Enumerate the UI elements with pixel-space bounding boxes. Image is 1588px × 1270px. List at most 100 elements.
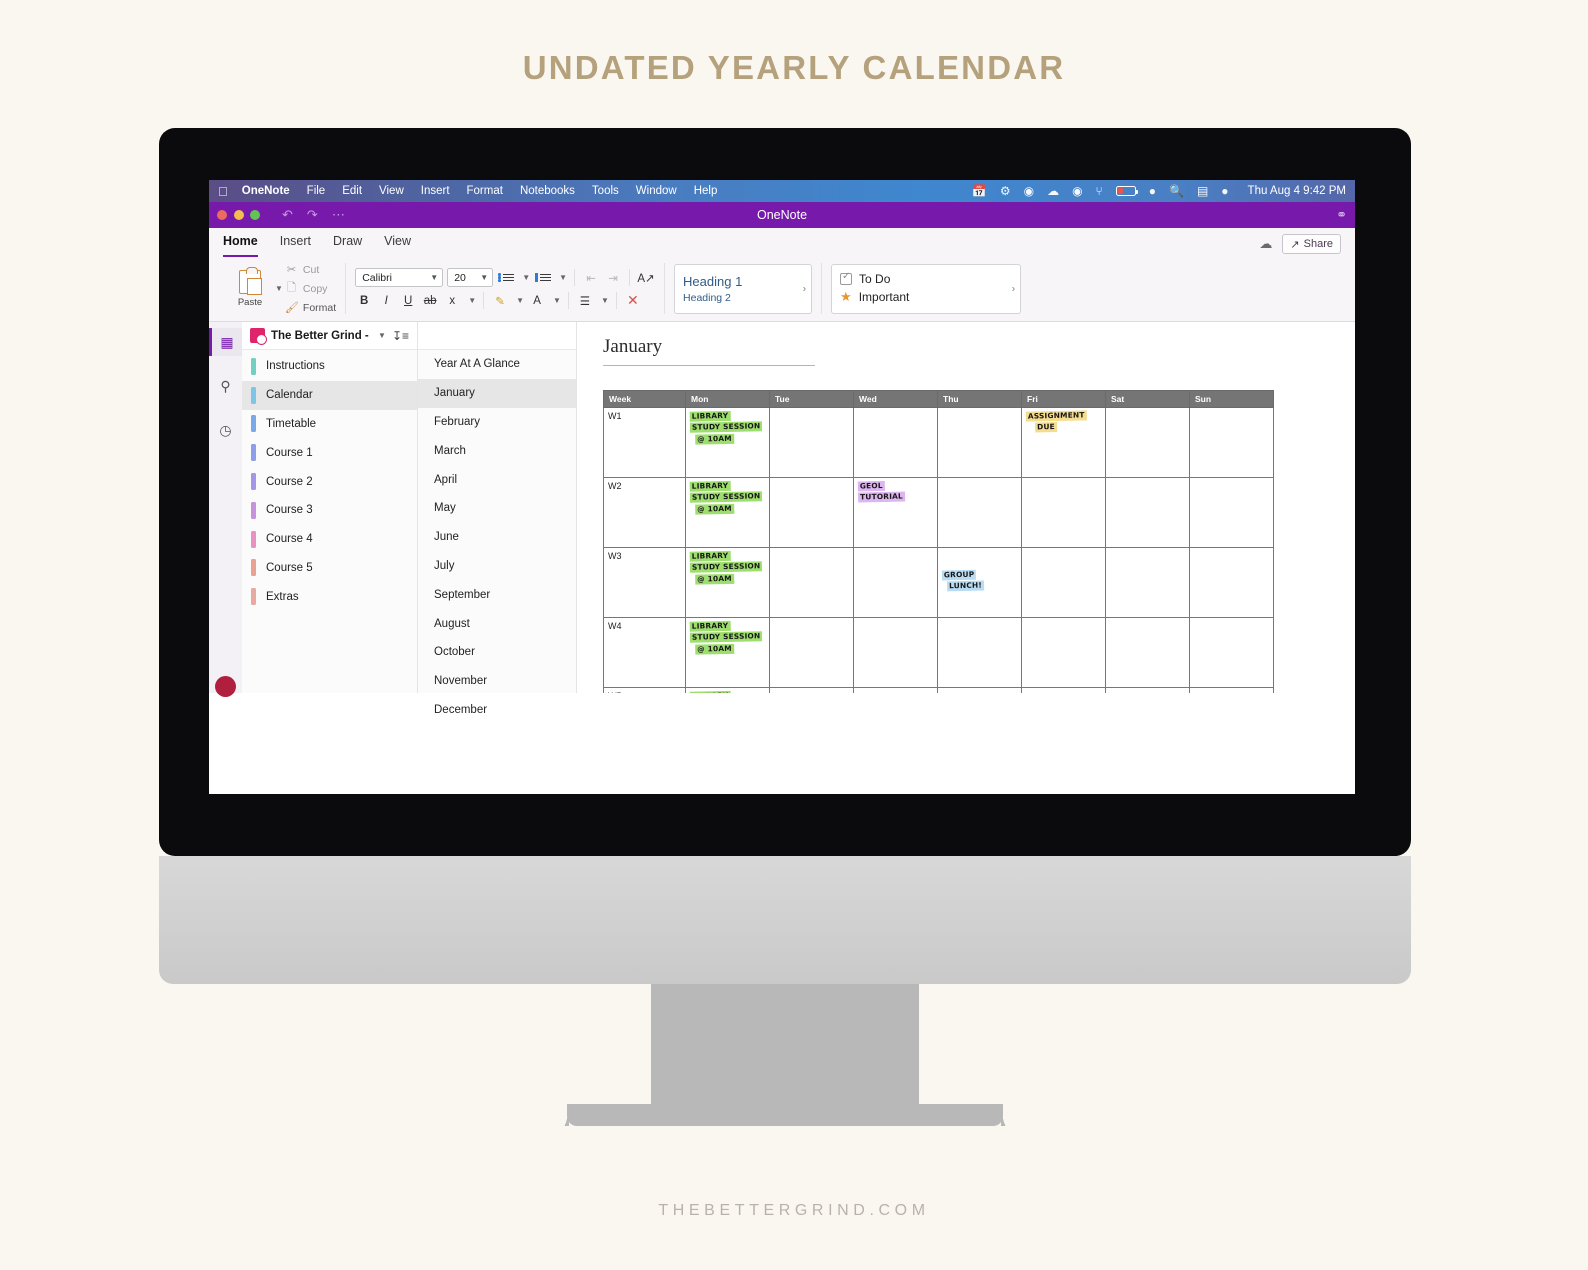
chevron-down-icon[interactable]: ▼ [378, 331, 386, 340]
wifi-icon[interactable]: ● [1149, 185, 1156, 197]
day-cell-tue[interactable] [769, 407, 854, 478]
bluetooth-icon[interactable]: ⑂ [1096, 185, 1103, 197]
page-item-may[interactable]: May [418, 494, 576, 523]
note-library-study-session[interactable]: LIBRARY STUDY SESSION @ 10AM [689, 620, 763, 656]
style-heading-1[interactable]: Heading 1 [683, 274, 742, 289]
paste-chevron-down-icon[interactable]: ▼ [275, 284, 283, 293]
menu-item-help[interactable]: Help [694, 185, 718, 197]
day-cell-mon[interactable]: LIBRARY STUDY SESSION @ 10AM [685, 407, 770, 478]
maximize-button[interactable] [250, 210, 260, 220]
day-cell-sun[interactable] [1189, 687, 1274, 693]
table-row[interactable]: W5 LIBRARY STUDY SESSION @ 10AM [603, 687, 1274, 693]
day-cell-sat[interactable] [1105, 547, 1190, 618]
format-painter-button[interactable]: 🖌 Format [285, 301, 336, 315]
decrease-indent-icon[interactable]: ⇤ [582, 269, 600, 286]
day-cell-mon[interactable]: LIBRARY STUDY SESSION @ 10AM [685, 687, 770, 693]
align-chevron-down-icon[interactable]: ▼ [601, 296, 609, 305]
cut-button[interactable]: ✂ Cut [285, 263, 336, 277]
note-library-study-session[interactable]: LIBRARY STUDY SESSION @ 10AM [689, 690, 763, 693]
sort-icon[interactable]: ↧≡ [392, 329, 409, 343]
menu-item-view[interactable]: View [379, 185, 404, 197]
bold-button[interactable]: B [355, 292, 373, 309]
day-cell-sun[interactable] [1189, 547, 1274, 618]
day-cell-wed[interactable] [853, 407, 938, 478]
font-color-icon[interactable]: A [528, 292, 546, 309]
menu-item-format[interactable]: Format [467, 185, 503, 197]
strikethrough-button[interactable]: ab [421, 292, 439, 309]
font-color-chevron-down-icon[interactable]: ▼ [553, 296, 561, 305]
page-item-october[interactable]: October [418, 638, 576, 667]
subscript-button[interactable]: x [443, 292, 461, 309]
day-cell-tue[interactable] [769, 617, 854, 688]
more-icon[interactable]: ⋯ [332, 207, 345, 223]
note-assignment-due[interactable]: ASSIGNMENT DUE [1025, 410, 1087, 434]
italic-button[interactable]: I [377, 292, 395, 309]
day-cell-tue[interactable] [769, 687, 854, 693]
day-cell-wed[interactable] [853, 547, 938, 618]
copy-button[interactable]: 🗋 Copy [285, 279, 336, 298]
tab-view[interactable]: View [384, 234, 411, 257]
page-item-november[interactable]: November [418, 667, 576, 696]
sidebar-item-course-4[interactable]: Course 4 [242, 525, 417, 554]
redo-icon[interactable]: ↷ [307, 207, 318, 223]
font-family-select[interactable]: Calibri ▼ [355, 268, 444, 287]
clear-formatting-icon[interactable]: ✕ [624, 292, 642, 309]
day-cell-fri[interactable]: ASSIGNMENT DUE [1021, 407, 1106, 478]
tab-draw[interactable]: Draw [333, 234, 362, 257]
chevron-right-icon[interactable]: › [1012, 283, 1015, 294]
day-cell-mon[interactable]: LIBRARY STUDY SESSION @ 10AM [685, 477, 770, 548]
subscript-chevron-down-icon[interactable]: ▼ [468, 296, 476, 305]
day-cell-mon[interactable]: LIBRARY STUDY SESSION @ 10AM [685, 617, 770, 688]
page-item-year-at-a-glance[interactable]: Year At A Glance [418, 350, 576, 379]
day-cell-sat[interactable] [1105, 687, 1190, 693]
day-cell-sat[interactable] [1105, 407, 1190, 478]
menu-item-file[interactable]: File [307, 185, 326, 197]
numbered-list-icon[interactable] [534, 269, 552, 286]
paste-button[interactable]: Paste [228, 266, 272, 308]
avatar[interactable] [215, 676, 236, 697]
sidebar-item-timetable[interactable]: Timetable [242, 410, 417, 439]
cloud-icon[interactable]: ☁ [1047, 185, 1059, 197]
page-item-september[interactable]: September [418, 580, 576, 609]
page-canvas[interactable]: January Week Mon Tue Wed Thu Fri Sat Sun… [577, 322, 1355, 693]
highlighter-icon[interactable]: ✎ [491, 292, 509, 309]
note-library-study-session[interactable]: LIBRARY STUDY SESSION @ 10AM [689, 480, 763, 516]
page-item-june[interactable]: June [418, 523, 576, 552]
note-library-study-session[interactable]: LIBRARY STUDY SESSION @ 10AM [689, 550, 763, 586]
table-row[interactable]: W3 LIBRARY STUDY SESSION @ 10AM GROUP LU… [603, 547, 1274, 618]
page-item-july[interactable]: July [418, 552, 576, 581]
day-cell-sat[interactable] [1105, 617, 1190, 688]
sidebar-item-instructions[interactable]: Instructions [242, 352, 417, 381]
menu-item-onenote[interactable]: OneNote [242, 185, 290, 197]
shield-icon[interactable]: ◉ [1024, 185, 1034, 197]
day-cell-fri[interactable] [1021, 477, 1106, 548]
app-icon[interactable]: ● [1221, 185, 1228, 197]
day-cell-sun[interactable] [1189, 617, 1274, 688]
page-item-december[interactable]: December [418, 696, 576, 725]
page-item-april[interactable]: April [418, 465, 576, 494]
menu-item-notebooks[interactable]: Notebooks [520, 185, 575, 197]
day-cell-wed[interactable]: GEOL TUTORIAL [853, 477, 938, 548]
tab-insert[interactable]: Insert [280, 234, 311, 257]
page-title-heading[interactable]: January [603, 336, 1355, 358]
search-icon[interactable]: 🔍 [1169, 185, 1184, 197]
tab-home[interactable]: Home [223, 234, 258, 257]
day-cell-thu[interactable] [937, 407, 1022, 478]
day-cell-fri[interactable] [1021, 547, 1106, 618]
day-cell-thu[interactable]: GROUP LUNCH! [937, 547, 1022, 618]
menu-item-edit[interactable]: Edit [342, 185, 362, 197]
notebook-header[interactable]: The Better Grind - OneNote Student Noteb… [242, 322, 417, 350]
cloud-sync-icon[interactable]: ☁ [1259, 236, 1272, 252]
increase-indent-icon[interactable]: ⇥ [604, 269, 622, 286]
day-cell-thu[interactable] [937, 617, 1022, 688]
day-cell-fri[interactable] [1021, 617, 1106, 688]
bullets-chevron-down-icon[interactable]: ▼ [522, 273, 530, 282]
styles-gallery[interactable]: Heading 1 Heading 2 › [674, 263, 813, 314]
account-icon[interactable]: ⚭ [1336, 207, 1347, 223]
tags-gallery[interactable]: To Do ★ Important › [831, 263, 1022, 314]
day-cell-sun[interactable] [1189, 477, 1274, 548]
sidebar-item-extras[interactable]: Extras [242, 582, 417, 611]
style-heading-2[interactable]: Heading 2 [683, 292, 742, 304]
battery-icon[interactable] [1115, 186, 1138, 196]
note-group-lunch[interactable]: GROUP LUNCH! [941, 569, 985, 594]
